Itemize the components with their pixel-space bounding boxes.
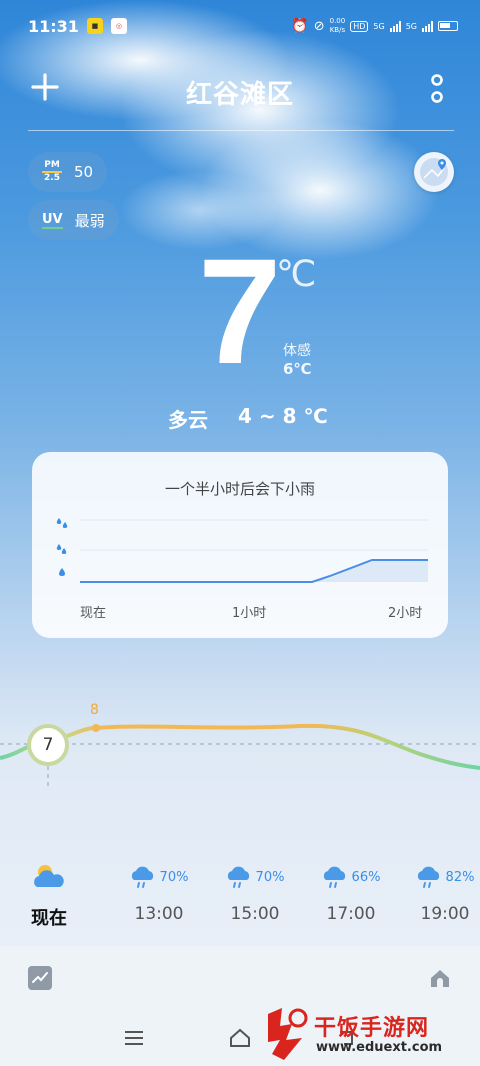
app-header: 红谷滩区 bbox=[0, 62, 480, 118]
pm25-icon: PM 2.5 bbox=[42, 161, 62, 183]
city-title[interactable]: 红谷滩区 bbox=[0, 74, 480, 111]
rain-x-label-1h: 1小时 bbox=[232, 606, 267, 621]
status-time: 11:31 bbox=[28, 16, 79, 36]
net-speed: 0.00 KB/s bbox=[329, 17, 346, 34]
rain-x-label-now: 现在 bbox=[80, 606, 107, 621]
home-button[interactable] bbox=[428, 966, 452, 990]
hourly-temperature-curve bbox=[0, 723, 480, 790]
battery-icon bbox=[438, 21, 458, 31]
pm25-value: 50 bbox=[74, 163, 94, 181]
rain-x-label-2h: 2小时 bbox=[388, 606, 423, 621]
hourly-item[interactable]: 82% 19:00 bbox=[410, 862, 480, 924]
more-menu-button[interactable] bbox=[430, 74, 444, 104]
header-divider bbox=[28, 130, 454, 131]
uv-value: 最弱 bbox=[74, 211, 105, 230]
rain-light-icon bbox=[59, 568, 65, 576]
hourly-time: 19:00 bbox=[420, 904, 470, 924]
hourly-item[interactable]: 70% 13:00 bbox=[124, 862, 194, 924]
light-rain-icon bbox=[323, 866, 345, 888]
temperature-unit: ℃ bbox=[276, 254, 317, 295]
hourly-time: 现在 bbox=[31, 908, 67, 929]
precip-probability: 70% bbox=[159, 869, 189, 885]
watermark: 干饭手游网 www.eduext.com bbox=[262, 1004, 472, 1064]
signal-icon bbox=[389, 20, 401, 32]
alarm-icon: ⏰ bbox=[291, 18, 309, 34]
pm25-pill[interactable]: PM 2.5 50 bbox=[28, 152, 108, 192]
rain-forecast-card[interactable]: 一个半小时后会下小雨 现在 1小时 2小时 bbox=[32, 452, 448, 638]
partly-cloudy-icon bbox=[34, 865, 64, 887]
watermark-url: www.eduext.com bbox=[316, 1040, 443, 1055]
temperature-range: 4 ~ 8 ℃ bbox=[238, 404, 328, 428]
notification-app-icon: ◎ bbox=[110, 18, 127, 34]
precip-probability: 66% bbox=[351, 869, 381, 885]
light-rain-icon bbox=[417, 866, 439, 888]
home-nav-icon[interactable] bbox=[228, 1026, 252, 1050]
rain-heavy-icon bbox=[56, 518, 68, 528]
net-type-2: 5G bbox=[405, 21, 417, 31]
hd-badge: HD bbox=[350, 20, 369, 32]
menu-icon[interactable] bbox=[122, 1026, 146, 1050]
watermark-brand: 干饭手游网 bbox=[314, 1016, 430, 1041]
watermark-logo-icon bbox=[268, 1008, 308, 1060]
hourly-time: 17:00 bbox=[326, 904, 376, 924]
uv-icon: UV bbox=[42, 211, 63, 229]
rain-moderate-icon bbox=[56, 544, 67, 554]
hourly-time: 13:00 bbox=[134, 904, 184, 924]
hourly-item[interactable]: 66% 17:00 bbox=[316, 862, 386, 924]
trend-chart-button[interactable] bbox=[28, 966, 52, 990]
precip-probability: 70% bbox=[255, 869, 285, 885]
current-temperature: 7 bbox=[198, 227, 282, 395]
rain-forecast-chart bbox=[56, 518, 428, 583]
net-type-1: 5G bbox=[373, 21, 385, 31]
rain-forecast-title: 一个半小时后会下小雨 bbox=[164, 480, 315, 498]
hourly-item[interactable]: 70% 15:00 bbox=[220, 862, 290, 924]
uv-pill[interactable]: UV 最弱 bbox=[28, 200, 119, 240]
precip-probability: 82% bbox=[445, 869, 475, 885]
peak-temp-label: 8 bbox=[90, 702, 99, 718]
feels-like-label: 体感 bbox=[283, 343, 311, 359]
status-bar: 11:31 ■ ◎ ⏰ ⊘ 0.00 KB/s HD 5G 5G bbox=[0, 0, 480, 52]
map-button[interactable] bbox=[414, 152, 454, 192]
hourly-time: 15:00 bbox=[230, 904, 280, 924]
light-rain-icon bbox=[131, 866, 153, 888]
weather-condition: 多云 bbox=[168, 408, 208, 432]
hourly-item-now[interactable]: 现在 bbox=[14, 862, 84, 930]
notification-app-icon: ■ bbox=[86, 18, 103, 34]
current-temp-marker: 7 bbox=[27, 724, 69, 766]
feels-like-value: 6℃ bbox=[283, 360, 312, 378]
signal-icon bbox=[422, 20, 433, 32]
light-rain-icon bbox=[227, 866, 249, 888]
mute-icon: ⊘ bbox=[313, 18, 325, 34]
